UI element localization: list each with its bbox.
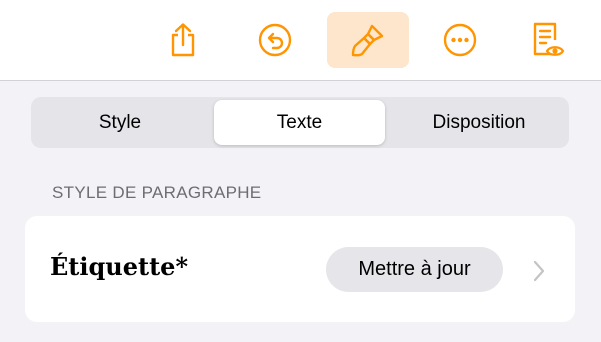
paragraph-style-name: Étiquette*: [50, 252, 188, 281]
update-style-button[interactable]: Mettre à jour: [326, 247, 503, 292]
format-button[interactable]: [327, 12, 409, 68]
more-icon: [443, 23, 477, 57]
tab-texte[interactable]: Texte: [214, 100, 385, 145]
more-button[interactable]: [437, 12, 483, 68]
tab-style[interactable]: Style: [34, 100, 206, 145]
share-button[interactable]: [160, 12, 206, 68]
format-tabs: Style Texte Disposition: [31, 97, 569, 148]
toolbar: [0, 0, 601, 81]
reader-view-icon: [533, 22, 565, 56]
section-header: STYLE DE PARAGRAPHE: [52, 183, 262, 202]
paintbrush-icon: [351, 24, 384, 57]
undo-button[interactable]: [252, 12, 298, 68]
chevron-right-icon: [533, 260, 545, 282]
share-icon: [171, 23, 195, 57]
undo-icon: [258, 23, 292, 57]
reader-view-button[interactable]: [524, 12, 570, 68]
paragraph-style-row[interactable]: Étiquette* Mettre à jour: [25, 216, 575, 322]
tab-disposition[interactable]: Disposition: [392, 100, 566, 145]
